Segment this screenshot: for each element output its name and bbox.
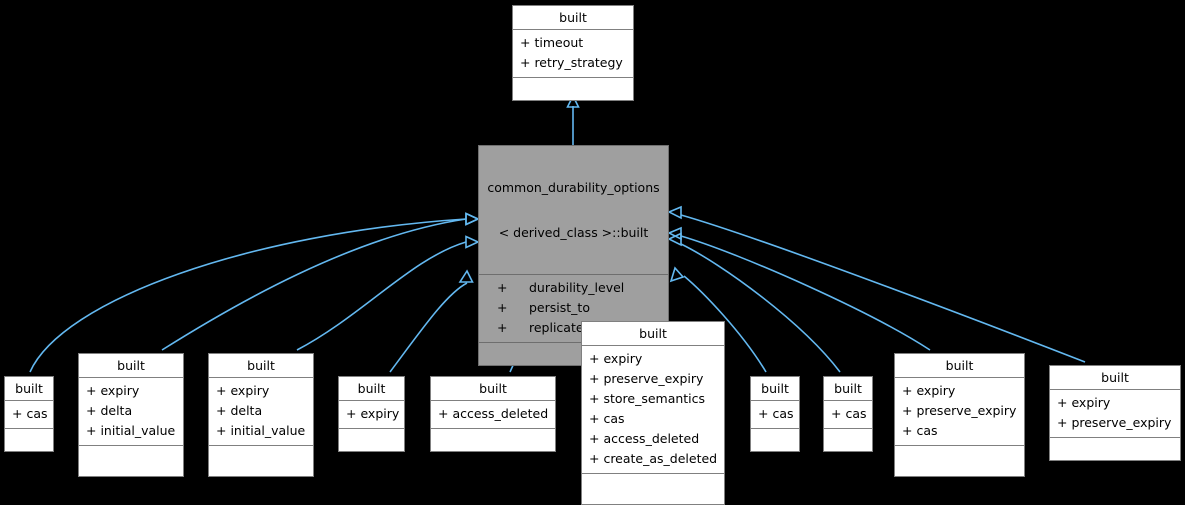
node-built-preserve-expiry[interactable]: built + expiry + preserve_expiry	[1049, 365, 1181, 461]
edge-built-counter-a	[161, 212, 480, 351]
attribute-row: + retry_strategy	[520, 55, 623, 70]
attribute-name: durability_level	[529, 280, 625, 295]
node-attributes: + expiry + preserve_expiry	[1050, 390, 1180, 438]
edge-built-cas-left	[29, 212, 480, 373]
node-built-preserve-cas[interactable]: built + expiry + preserve_expiry + cas	[894, 353, 1025, 477]
attribute-row: + persist_to	[479, 298, 668, 318]
attribute-row: + initial_value	[216, 423, 306, 438]
attribute-row: + expiry	[902, 383, 956, 398]
node-built-cas-mid-b[interactable]: built + cas	[823, 376, 873, 452]
attribute-row: + cas	[589, 411, 625, 426]
node-operations	[339, 429, 404, 451]
node-title: built	[582, 322, 724, 346]
attribute-row: + preserve_expiry	[589, 371, 704, 386]
node-operations	[1050, 438, 1180, 460]
node-attributes: + access_deleted	[431, 401, 555, 429]
attribute-row: + delta	[86, 403, 133, 418]
node-operations	[513, 78, 633, 100]
attribute-row: + timeout	[520, 35, 584, 50]
node-title: built	[79, 354, 183, 378]
node-built-mutate-in[interactable]: built + expiry + preserve_expiry + store…	[581, 321, 725, 505]
node-attributes: + expiry	[339, 401, 404, 429]
edge-to-base-built	[566, 94, 580, 145]
node-operations	[751, 429, 799, 451]
attribute-visibility: +	[497, 280, 508, 295]
node-title: built	[339, 377, 404, 401]
node-title: built	[895, 354, 1024, 378]
attribute-row: + expiry	[1057, 395, 1111, 410]
attribute-row: + preserve_expiry	[1057, 415, 1172, 430]
attribute-visibility: +	[497, 320, 508, 335]
attribute-row: + cas	[758, 406, 794, 421]
attribute-row: + expiry	[346, 406, 400, 421]
node-title: built	[5, 377, 53, 401]
node-operations	[824, 429, 872, 451]
node-attributes: + cas	[5, 401, 53, 429]
node-built-expiry[interactable]: built + expiry	[338, 376, 405, 452]
node-title: built	[431, 377, 555, 401]
node-base-built[interactable]: built + timeout + retry_strategy	[512, 5, 634, 101]
node-built-counter-a[interactable]: built + expiry + delta + initial_value	[78, 353, 184, 477]
attribute-row: + access_deleted	[438, 406, 549, 421]
edge-built-preserve-expiry	[667, 205, 1086, 363]
node-title: built	[513, 6, 633, 30]
attribute-row: + store_semantics	[589, 391, 706, 406]
node-attributes: + expiry + delta + initial_value	[79, 378, 183, 446]
node-built-access-deleted[interactable]: built + access_deleted	[430, 376, 556, 452]
node-title: built	[824, 377, 872, 401]
node-title: common_durability_options < derived_clas…	[479, 146, 668, 275]
attribute-row: + cas	[831, 406, 867, 421]
attribute-row: + expiry	[216, 383, 270, 398]
node-built-cas-mid-a[interactable]: built + cas	[750, 376, 800, 452]
node-attributes: + cas	[824, 401, 872, 429]
node-title: built	[209, 354, 313, 378]
attribute-row: + expiry	[589, 351, 643, 366]
attribute-visibility: +	[497, 300, 508, 315]
attribute-name: persist_to	[529, 300, 590, 315]
node-title-line-2: < derived_class >::built	[498, 225, 649, 240]
attribute-row: + preserve_expiry	[902, 403, 1017, 418]
attribute-row: + access_deleted	[589, 431, 700, 446]
node-operations	[582, 474, 724, 504]
node-title-line-1: common_durability_options	[487, 180, 660, 195]
node-built-counter-b[interactable]: built + expiry + delta + initial_value	[208, 353, 314, 477]
node-attributes: + timeout + retry_strategy	[513, 30, 633, 78]
attribute-row: + initial_value	[86, 423, 176, 438]
node-title: built	[751, 377, 799, 401]
attribute-row: + delta	[216, 403, 263, 418]
attribute-row: + cas	[902, 423, 938, 438]
edge-built-counter-b	[296, 235, 480, 351]
node-operations	[431, 429, 555, 451]
uml-class-diagram: built + timeout + retry_strategy common_…	[0, 0, 1185, 505]
node-operations	[79, 446, 183, 476]
node-title: built	[1050, 366, 1180, 390]
node-built-cas-left[interactable]: built + cas	[4, 376, 54, 452]
edge-built-expiry	[389, 269, 474, 373]
node-attributes: + expiry + preserve_expiry + cas	[895, 378, 1024, 446]
node-operations	[895, 446, 1024, 476]
attribute-row: + create_as_deleted	[589, 451, 718, 466]
node-attributes: + expiry + delta + initial_value	[209, 378, 313, 446]
attribute-row: + cas	[12, 406, 48, 421]
attribute-row: + expiry	[86, 383, 140, 398]
attribute-row: + durability_level	[479, 278, 668, 298]
node-attributes: + expiry + preserve_expiry + store_seman…	[582, 346, 724, 474]
node-operations	[209, 446, 313, 476]
node-operations	[5, 429, 53, 451]
node-attributes: + cas	[751, 401, 799, 429]
